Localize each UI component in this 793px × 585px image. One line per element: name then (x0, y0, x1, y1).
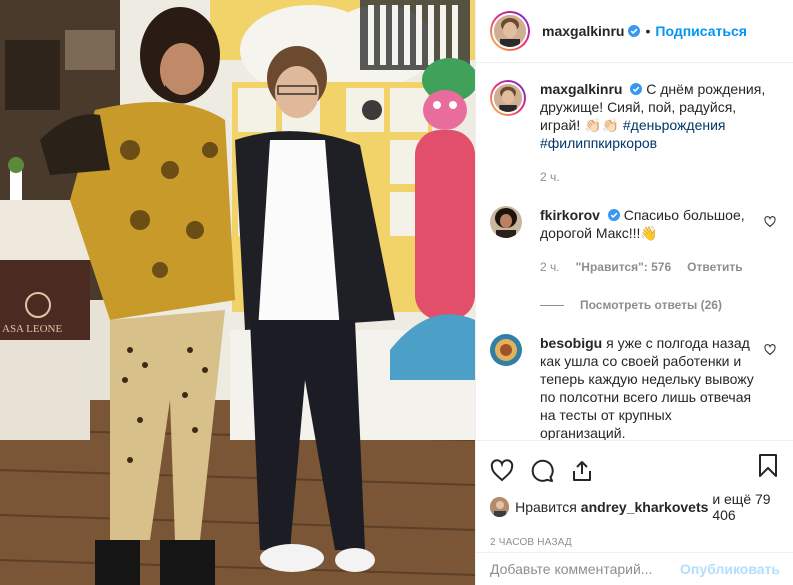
hashtag-link[interactable]: #филиппкиркоров (540, 135, 657, 151)
add-comment-bar: Опубликовать (476, 552, 793, 585)
caption-time: 2 ч. (540, 170, 560, 184)
avatar-image (490, 497, 510, 517)
comment-icon[interactable] (530, 459, 554, 483)
post-photo[interactable]: ASA LEONE (0, 0, 475, 585)
post-header: maxgalkinru • Подписаться (476, 0, 793, 63)
caption-avatar[interactable] (490, 80, 526, 116)
comments-list[interactable]: maxgalkinru С днём рождения, дружище! Си… (476, 64, 793, 440)
comment-username[interactable]: besobigu (540, 335, 602, 351)
post-side-panel: maxgalkinru • Подписаться maxgalkinru С … (475, 0, 793, 585)
avatar-image (490, 206, 522, 238)
commenter-avatar[interactable] (490, 334, 522, 366)
post-actions: Нравится andrey_kharkovets и ещё 79 406 … (476, 440, 793, 552)
caption-username[interactable]: maxgalkinru (540, 81, 622, 97)
publish-button[interactable]: Опубликовать (680, 561, 780, 577)
bookmark-icon[interactable] (758, 453, 778, 477)
view-replies-label: Посмотреть ответы (26) (580, 298, 722, 312)
verified-badge-icon (630, 83, 643, 95)
comment-heart-icon[interactable] (764, 216, 776, 228)
likes-count[interactable]: и ещё 79 406 (712, 491, 793, 523)
hashtag-link[interactable]: #деньрождения (623, 117, 726, 133)
action-icons-row (476, 441, 793, 491)
comment-item: besobigu я уже с полгода назад как ушла … (490, 334, 780, 440)
view-replies-button[interactable]: Посмотреть ответы (26) (540, 298, 780, 312)
author-avatar[interactable] (490, 11, 530, 51)
comment-item: fkirkorov Спасиьо большое, дорогой Макс!… (490, 206, 780, 276)
commenter-avatar[interactable] (490, 206, 522, 238)
share-icon[interactable] (570, 459, 594, 483)
avatar-image (490, 334, 522, 366)
post-timestamp: 2 ЧАСОВ НАЗАД (490, 537, 572, 548)
caption: maxgalkinru С днём рождения, дружище! Си… (490, 80, 780, 186)
cafe-sign-text: ASA LEONE (2, 323, 62, 335)
comment-input[interactable] (490, 561, 681, 577)
verified-badge-icon (607, 209, 620, 221)
caption-meta: 2 ч. (540, 168, 780, 186)
header-separator: • (645, 23, 651, 39)
likes-prefix: Нравится (515, 499, 577, 515)
liker-username[interactable]: andrey_kharkovets (581, 499, 709, 515)
comment-time: 2 ч. (540, 260, 560, 274)
follow-button[interactable]: Подписаться (655, 23, 747, 39)
avatar-image (494, 15, 526, 47)
liker-avatar (490, 497, 510, 517)
comment-username[interactable]: fkirkorov (540, 207, 600, 223)
verified-badge-icon (628, 25, 641, 37)
comment-meta: 2 ч. "Нравится": 576 Ответить (540, 258, 758, 276)
photo-illustration: ASA LEONE (0, 0, 475, 585)
heart-icon[interactable] (490, 459, 514, 483)
author-username[interactable]: maxgalkinru (542, 23, 624, 39)
likes-summary[interactable]: Нравится andrey_kharkovets и ещё 79 406 (476, 491, 793, 523)
comment-heart-icon[interactable] (764, 344, 776, 356)
replies-divider (540, 304, 564, 306)
avatar-image (494, 84, 522, 112)
reply-button[interactable]: Ответить (687, 258, 742, 276)
comment-likes[interactable]: "Нравится": 576 (576, 258, 672, 276)
